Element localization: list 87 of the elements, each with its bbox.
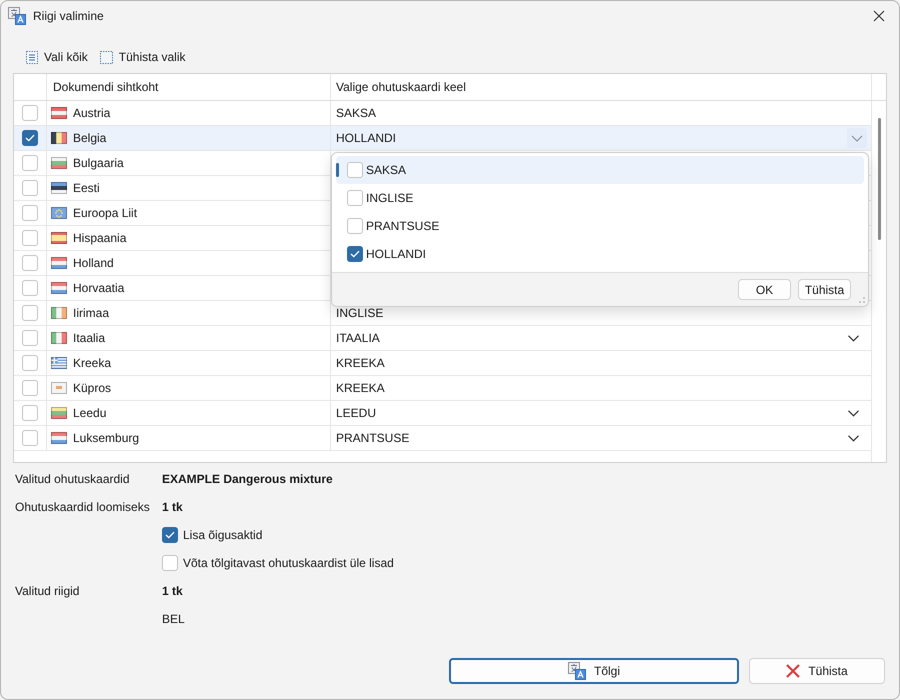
country-name: Bulgaaria	[73, 156, 124, 170]
focus-bar-icon	[336, 163, 339, 177]
row-checkbox[interactable]	[22, 180, 38, 196]
window-title: Riigi valimine	[33, 8, 104, 22]
row-checkbox[interactable]	[22, 430, 38, 446]
list-icon	[26, 50, 38, 64]
country-name: Leedu	[73, 406, 106, 420]
row-checkbox[interactable]	[22, 380, 38, 396]
country-name: Hispaania	[73, 231, 126, 245]
row-checkbox[interactable]	[22, 230, 38, 246]
chevron-down-icon[interactable]	[848, 410, 859, 416]
language-value: INGLISE	[336, 306, 384, 320]
language-value: PRANTSUSE	[336, 431, 410, 445]
translate-button[interactable]: Tõlgi	[449, 658, 739, 684]
row-checkbox[interactable]	[22, 280, 38, 296]
table-row[interactable]: Luksemburg PRANTSUSE	[14, 426, 871, 451]
info-value: BEL	[162, 612, 186, 626]
language-value: KREEKA	[336, 381, 385, 395]
row-checkbox[interactable]	[22, 255, 38, 271]
row-checkbox[interactable]	[22, 330, 38, 346]
checkmark-icon	[350, 250, 360, 258]
language-value: LEEDU	[336, 406, 376, 420]
row-checkbox[interactable]	[22, 130, 38, 146]
table-row[interactable]: Kreeka KREEKA	[14, 351, 871, 376]
chevron-down-icon[interactable]	[848, 334, 859, 342]
country-name: Itaalia	[73, 331, 106, 345]
option-checkbox[interactable]	[347, 190, 363, 206]
column-header: Valige ohutuskaardi keel	[336, 80, 466, 94]
resize-grip-icon[interactable]	[859, 297, 865, 303]
country-name: Kreeka	[73, 356, 112, 370]
row-checkbox[interactable]	[22, 305, 38, 321]
option-label: PRANTSUSE	[366, 219, 440, 233]
option-checkbox[interactable]	[347, 218, 363, 234]
scrollbar-thumb[interactable]	[878, 118, 881, 240]
country-name: Holland	[73, 256, 114, 270]
row-checkbox[interactable]	[22, 405, 38, 421]
clear-selection-button[interactable]: Tühista valik	[98, 48, 188, 66]
checkbox-label[interactable]: Võta tõlgitavast ohutuskaardist üle lisad	[183, 556, 394, 570]
language-value: ITAALIA	[336, 331, 380, 345]
info-value: 1 tk	[162, 584, 184, 598]
info-label: Valitud riigid	[15, 584, 80, 598]
select-all-button[interactable]: Vali kõik	[24, 48, 90, 66]
cancel-button[interactable]: Tühista	[798, 279, 851, 300]
country-name: Belgia	[73, 131, 106, 145]
country-name: Austria	[73, 106, 110, 120]
country-name: Iirimaa	[73, 306, 110, 320]
option-label: HOLLANDI	[366, 247, 426, 261]
column-header: Dokumendi sihtkoht	[53, 80, 158, 94]
language-value: SAKSA	[336, 106, 376, 120]
row-checkbox[interactable]	[22, 155, 38, 171]
cancel-button[interactable]: Tühista	[749, 658, 885, 684]
row-checkbox[interactable]	[22, 205, 38, 221]
table-row[interactable]: Leedu LEEDU	[14, 401, 871, 426]
country-name: Küpros	[73, 381, 112, 395]
option-label: INGLISE	[366, 191, 414, 205]
row-checkbox[interactable]	[22, 355, 38, 371]
info-label: Ohutuskaardid loomiseks	[15, 500, 151, 514]
dropdown-option[interactable]: SAKSA	[336, 156, 864, 184]
country-name: Horvaatia	[73, 281, 124, 295]
table-row[interactable]: Belgia HOLLANDI	[14, 126, 871, 151]
ok-button[interactable]: OK	[738, 279, 791, 300]
row-checkbox[interactable]	[22, 105, 38, 121]
language-value: HOLLANDI	[336, 131, 396, 145]
chevron-down-icon[interactable]	[848, 434, 859, 442]
option-checkbox[interactable]	[347, 162, 363, 178]
info-value: EXAMPLE Dangerous mixture	[162, 472, 334, 486]
table-row[interactable]: Küpros KREEKA	[14, 376, 871, 401]
close-icon	[786, 664, 800, 678]
option-checkbox[interactable]	[162, 527, 178, 543]
close-icon[interactable]	[873, 10, 885, 22]
table-row[interactable]: Austria SAKSA	[14, 101, 871, 126]
country-name: Eesti	[73, 181, 100, 195]
language-value: KREEKA	[336, 356, 385, 370]
info-value: 1 tk	[162, 500, 184, 514]
checkmark-icon	[165, 531, 175, 539]
checkbox-label[interactable]: Lisa õigusaktid	[183, 528, 262, 542]
table-row[interactable]: Itaalia ITAALIA	[14, 326, 871, 351]
checkmark-icon	[25, 134, 35, 142]
dotted-square-icon	[100, 50, 113, 64]
option-checkbox[interactable]	[347, 246, 363, 262]
option-checkbox[interactable]	[162, 555, 178, 571]
info-label: Valitud ohutuskaardid	[15, 472, 131, 486]
option-label: SAKSA	[366, 163, 406, 177]
translate-icon	[8, 6, 26, 24]
country-name: Luksemburg	[73, 431, 140, 445]
translate-icon	[568, 662, 586, 680]
country-name: Euroopa Liit	[73, 206, 138, 220]
